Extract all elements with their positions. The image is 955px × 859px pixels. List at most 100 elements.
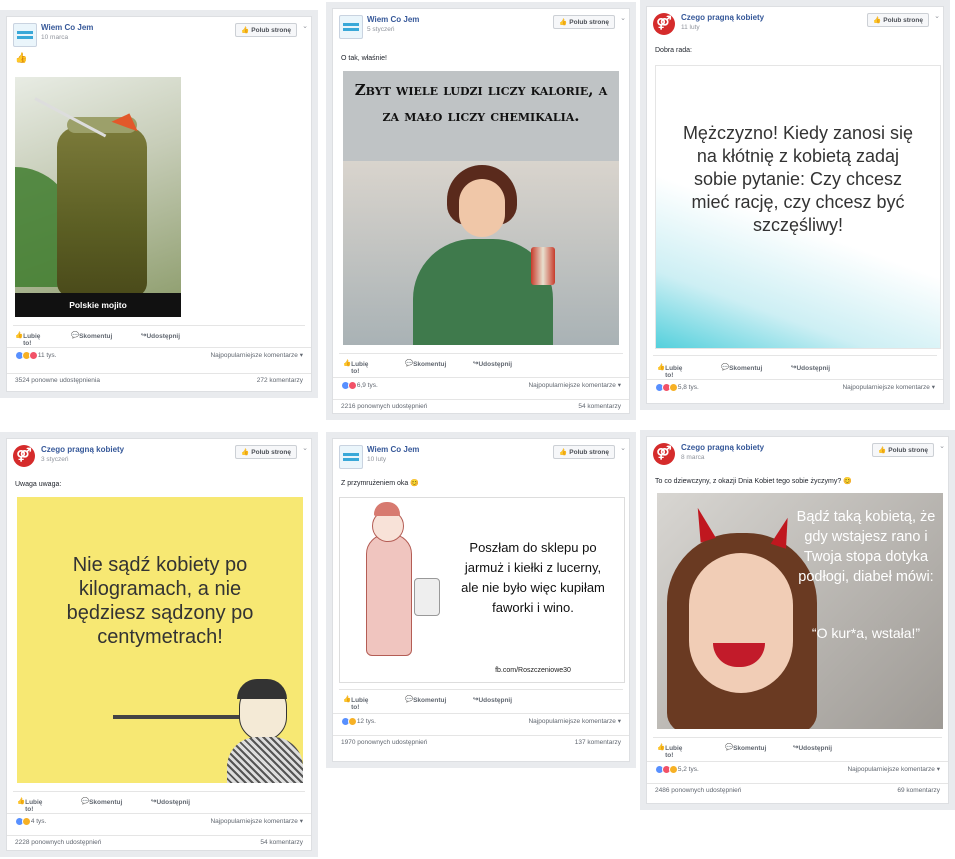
like-page-button[interactable]: 👍 Polub stronę [867, 13, 929, 27]
comment-count[interactable]: 69 komentarzy [897, 787, 940, 794]
like-page-label: Polub stronę [251, 449, 291, 456]
comment-button[interactable]: 💬 Skomentuj [405, 695, 446, 704]
like-button[interactable]: 👍 Lubię to! [15, 331, 40, 347]
reaction-icons[interactable]: 5,8 tys. [655, 383, 699, 392]
share-button[interactable]: ↪ Udostępnij [473, 695, 512, 704]
comment-sort[interactable]: Najpopularniejsze komentarze ▾ [528, 717, 621, 725]
shares-row: 2486 ponownych udostępnień 69 komentarzy [647, 783, 948, 798]
like-button[interactable]: 👍 Lubię to! [343, 359, 368, 375]
like-button[interactable]: 👍 Lubię to! [657, 743, 682, 759]
post-card: Wiem Co Jem 10 luty 👍 Polub stronę ⌄ Z p… [326, 432, 636, 768]
like-button[interactable]: 👍 Lubię to! [343, 695, 368, 711]
comment-sort[interactable]: Najpopularniejsze komentarze ▾ [847, 765, 940, 773]
page-name[interactable]: Czego pragną kobiety [41, 445, 124, 454]
post-card: Wiem Co Jem 5 styczeń 👍 Polub stronę ⌄ O… [326, 2, 636, 420]
like-page-label: Polub stronę [251, 27, 291, 34]
woman-sketch-body [366, 534, 412, 656]
comment-sort[interactable]: Najpopularniejsze komentarze ▾ [210, 817, 303, 825]
post-date[interactable]: 3 styczeń [41, 456, 68, 463]
share-count[interactable]: 3524 ponowne udostępnienia [15, 377, 100, 384]
comment-count[interactable]: 272 komentarzy [257, 377, 303, 384]
like-button[interactable]: 👍 Lubię to! [17, 797, 42, 813]
post-card: Wiem Co Jem 10 marca 👍 Polub stronę ⌄ 👍 … [0, 10, 318, 398]
comment-button[interactable]: 💬 Skomentuj [81, 797, 122, 806]
comment-count[interactable]: 54 komentarzy [578, 403, 621, 410]
like-button[interactable]: 👍 Lubię to! [657, 363, 682, 379]
post-card: ⚤ Czego pragną kobiety 11 luty 👍 Polub s… [640, 0, 950, 410]
comment-count[interactable]: 54 komentarzy [260, 839, 303, 846]
post-image[interactable]: Bądź taką kobietą, że gdy wstajesz rano … [657, 493, 943, 729]
woman-sketch-hat [374, 502, 400, 516]
comment-button[interactable]: 💬 Skomentuj [721, 363, 762, 372]
share-count[interactable]: 2228 ponownych udostępnień [15, 839, 101, 846]
man-body [227, 737, 303, 783]
chevron-down-icon[interactable]: ⌄ [934, 12, 940, 20]
post-image[interactable]: Mężczyzno! Kiedy zanosi się na kłótnię z… [655, 65, 941, 349]
like-page-button[interactable]: 👍 Polub stronę [235, 23, 297, 37]
page-name[interactable]: Czego pragną kobiety [681, 13, 764, 22]
reactions-row: 6,9 tys. Najpopularniejsze komentarze ▾ [333, 377, 629, 392]
comment-sort[interactable]: Najpopularniejsze komentarze ▾ [210, 351, 303, 359]
share-count[interactable]: 1970 ponownych udostępnień [341, 739, 427, 746]
post-date[interactable]: 10 marca [41, 34, 68, 41]
share-button[interactable]: ↪ Udostępnij [793, 743, 832, 752]
reactions-row: 4 tys. Najpopularniejsze komentarze ▾ [7, 813, 311, 828]
post-header: Wiem Co Jem 5 styczeń 👍 Polub stronę ⌄ [333, 9, 629, 43]
post-image[interactable]: Polskie mojito [15, 77, 181, 317]
reaction-icons[interactable]: 11 tys. [15, 351, 56, 360]
page-avatar[interactable] [339, 445, 363, 469]
share-count[interactable]: 2486 ponownych udostępnień [655, 787, 741, 794]
page-avatar[interactable]: ⚤ [653, 443, 675, 465]
post-image[interactable]: Poszłam do sklepu po jarmuż i kiełki z l… [339, 497, 625, 683]
page-avatar[interactable] [339, 15, 363, 39]
reaction-icons[interactable]: 12 tys. [341, 717, 376, 726]
chevron-down-icon[interactable]: ⌄ [620, 14, 626, 22]
chevron-down-icon[interactable]: ⌄ [302, 444, 308, 452]
post-date[interactable]: 10 luty [367, 456, 386, 463]
like-page-button[interactable]: 👍 Polub stronę [553, 15, 615, 29]
post-date[interactable]: 8 marca [681, 454, 704, 461]
page-avatar[interactable]: ⚤ [653, 13, 675, 35]
page-name[interactable]: Wiem Co Jem [41, 23, 93, 32]
reaction-count: 11 tys. [37, 352, 57, 360]
like-page-label: Polub stronę [569, 449, 609, 456]
like-page-button[interactable]: 👍 Polub stronę [872, 443, 934, 457]
share-button[interactable]: ↪ Udostępnij [791, 363, 830, 372]
like-page-button[interactable]: 👍 Polub stronę [553, 445, 615, 459]
meme-quote: “O kur*a, wstała!” [811, 625, 921, 641]
chevron-down-icon[interactable]: ⌄ [939, 442, 945, 450]
page-avatar[interactable]: ⚤ [13, 445, 35, 467]
post-date[interactable]: 11 luty [681, 24, 700, 31]
comment-sort[interactable]: Najpopularniejsze komentarze ▾ [842, 383, 935, 391]
chevron-down-icon[interactable]: ⌄ [620, 444, 626, 452]
share-button[interactable]: ↪ Udostępnij [151, 797, 190, 806]
page-name[interactable]: Wiem Co Jem [367, 15, 419, 24]
reaction-icons[interactable]: 4 tys. [15, 817, 46, 826]
shopping-bag [414, 578, 440, 616]
comment-button[interactable]: 💬 Skomentuj [725, 743, 766, 752]
post-image[interactable]: Zbyt wiele ludzi liczy kalorie, a za mał… [343, 71, 619, 345]
page-name[interactable]: Czego pragną kobiety [681, 443, 764, 452]
comment-button[interactable]: 💬 Skomentuj [405, 359, 446, 368]
post-caption: Dobra rada: [655, 47, 692, 54]
ruler-shape [113, 715, 241, 719]
reaction-icons[interactable]: 5,2 tys. [655, 765, 699, 774]
post-image[interactable]: Nie sądź kobiety po kilogramach, a nie b… [17, 497, 303, 783]
comment-button[interactable]: 💬 Skomentuj [71, 331, 112, 340]
chevron-down-icon[interactable]: ⌄ [302, 22, 308, 30]
share-button[interactable]: ↪ Udostępnij [141, 331, 180, 340]
reaction-icons[interactable]: 6,9 tys. [341, 381, 378, 390]
reactions-row: 11 tys. Najpopularniejsze komentarze ▾ [7, 347, 311, 362]
share-button[interactable]: ↪ Udostępnij [473, 359, 512, 368]
post-date[interactable]: 5 styczeń [367, 26, 394, 33]
comment-sort[interactable]: Najpopularniejsze komentarze ▾ [528, 381, 621, 389]
meme-text: Bądź taką kobietą, że gdy wstajesz rano … [796, 509, 936, 585]
post-header: Wiem Co Jem 10 marca 👍 Polub stronę ⌄ [7, 17, 311, 51]
reaction-count: 12 tys. [356, 718, 376, 726]
gender-icon: ⚤ [656, 445, 672, 460]
like-page-button[interactable]: 👍 Polub stronę [235, 445, 297, 459]
page-name[interactable]: Wiem Co Jem [367, 445, 419, 454]
share-count[interactable]: 2216 ponownych udostępnień [341, 403, 427, 410]
page-avatar[interactable] [13, 23, 37, 47]
comment-count[interactable]: 137 komentarzy [575, 739, 621, 746]
